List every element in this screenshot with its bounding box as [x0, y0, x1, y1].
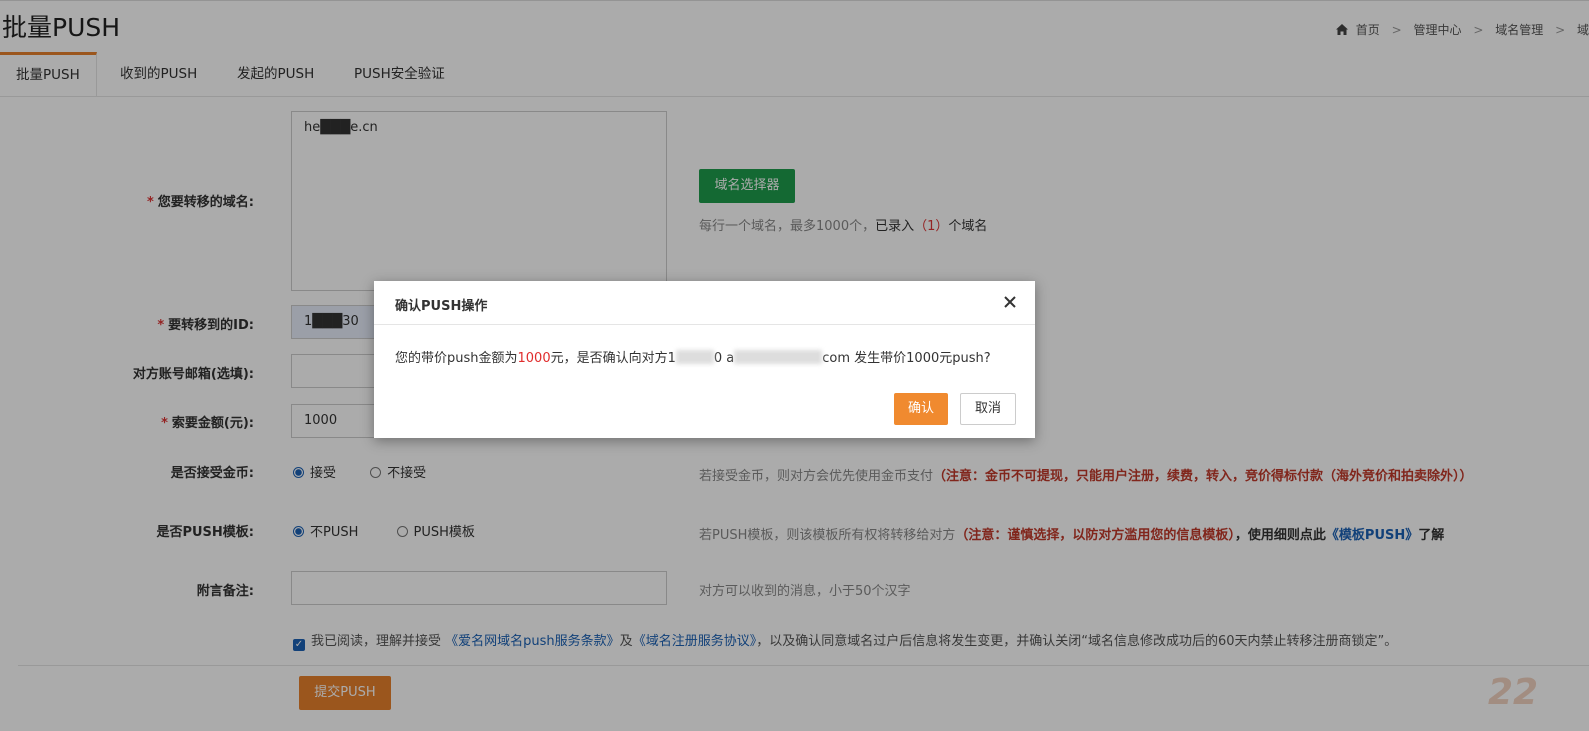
redacted-id — [675, 350, 714, 364]
confirm-push-dialog: 确认PUSH操作 您的带价push金额为1000元，是否确认向对方1 0 a com… — [374, 281, 1035, 438]
cancel-button[interactable]: 取消 — [960, 393, 1016, 425]
confirm-button[interactable]: 确认 — [894, 393, 948, 425]
push-amount: 1000 — [517, 351, 551, 366]
dialog-message: 您的带价push金额为1000元，是否确认向对方1 0 a com 发生带价1000… — [395, 350, 991, 366]
dialog-title: 确认PUSH操作 — [395, 299, 488, 314]
close-icon[interactable] — [1001, 293, 1019, 311]
dialog-header: 确认PUSH操作 — [374, 281, 1035, 325]
redacted-email — [734, 350, 823, 364]
